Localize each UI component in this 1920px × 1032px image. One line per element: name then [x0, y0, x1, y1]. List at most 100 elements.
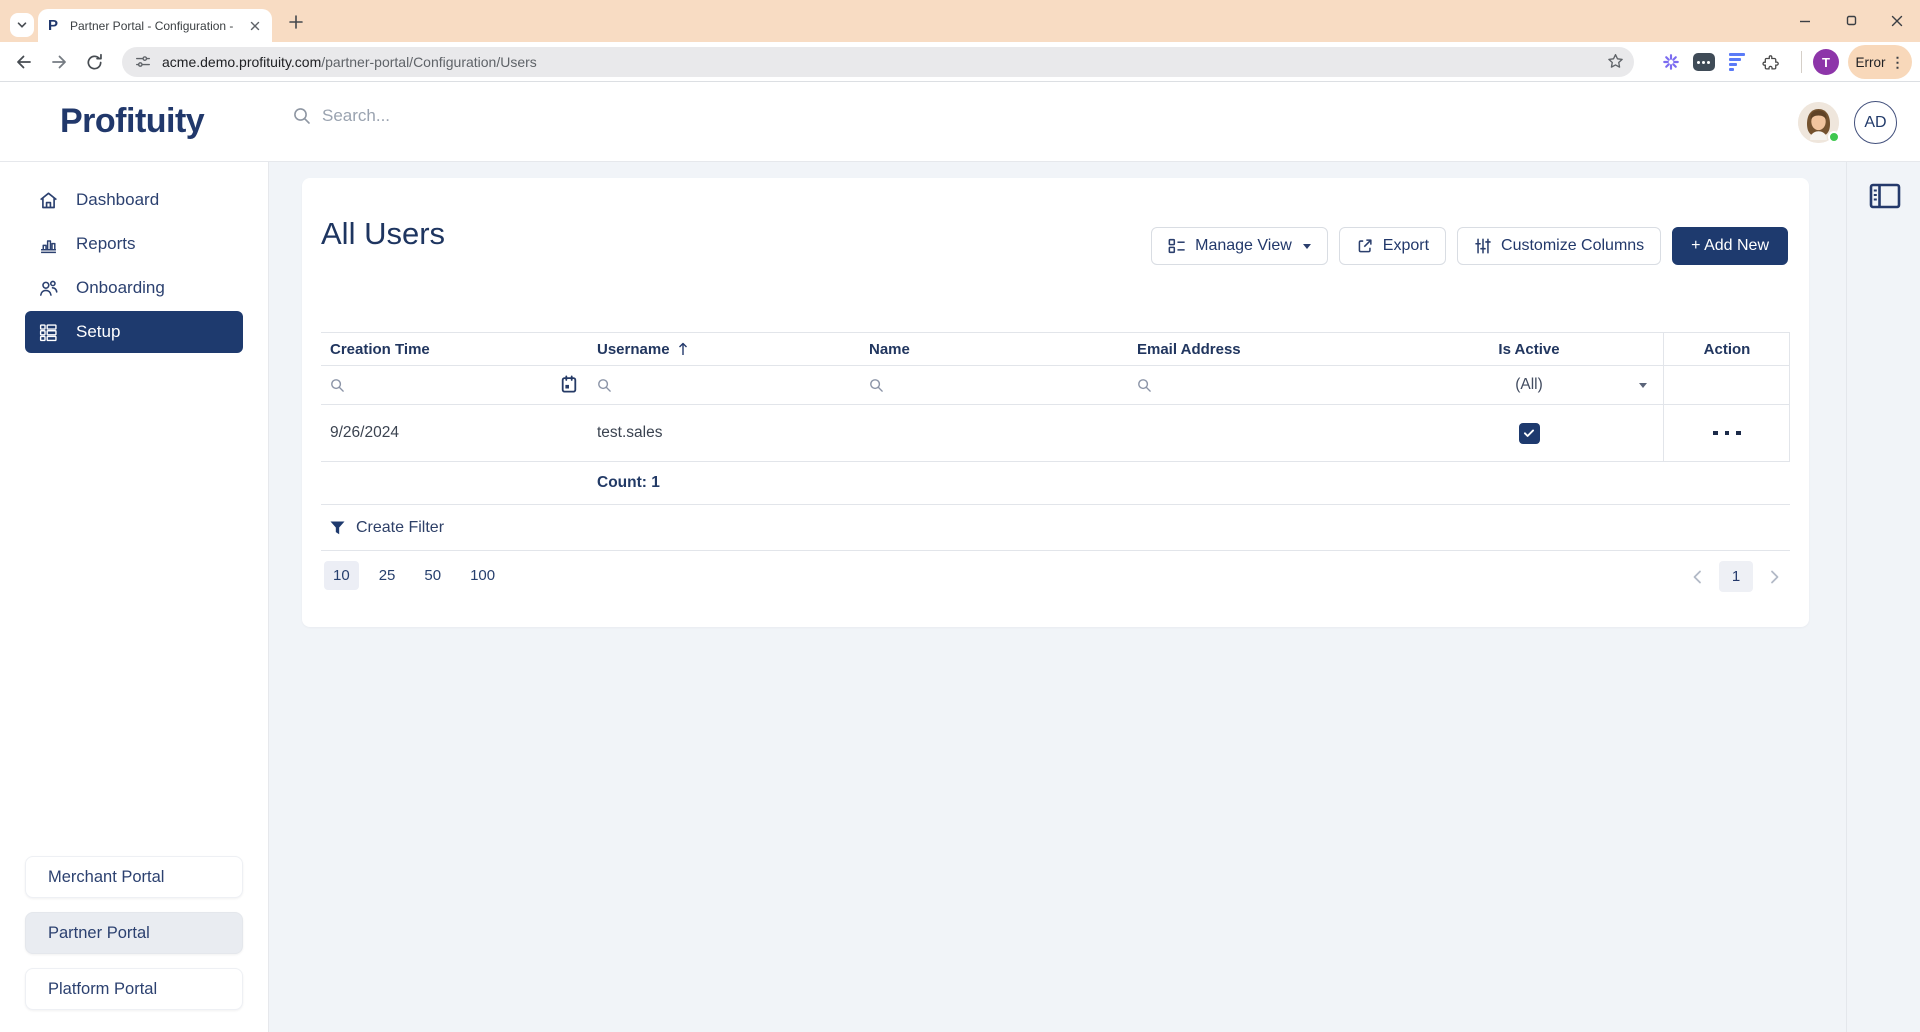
column-header-username[interactable]: Username: [588, 333, 860, 365]
search-input[interactable]: [322, 106, 642, 126]
table-filter-row: (All): [321, 366, 1790, 405]
portal-label: Platform Portal: [48, 980, 157, 999]
sort-asc-icon: [677, 342, 689, 356]
platform-portal-button[interactable]: Platform Portal: [25, 968, 243, 1010]
cell-is-active: [1395, 405, 1663, 461]
panel-toggle-button[interactable]: [1867, 180, 1903, 212]
column-header-email[interactable]: Email Address: [1128, 333, 1395, 365]
table-header-row: Creation Time Username Name Email Addres…: [321, 332, 1790, 366]
next-page-icon[interactable]: [1766, 569, 1782, 585]
extension-chat-icon[interactable]: [1692, 50, 1716, 74]
extensions-pill: [1646, 45, 1794, 79]
filter-email[interactable]: [1128, 366, 1395, 404]
online-status-dot: [1828, 131, 1840, 143]
cell-username: test.sales: [588, 405, 860, 461]
filter-action: [1663, 366, 1790, 404]
partner-portal-button[interactable]: Partner Portal: [25, 912, 243, 954]
url-path: /partner-portal/Configuration/Users: [321, 54, 537, 70]
close-window-button[interactable]: [1874, 0, 1920, 42]
sidebar-item-reports[interactable]: Reports: [25, 223, 243, 265]
check-icon: [1522, 426, 1536, 440]
chevron-down-icon: [1303, 244, 1311, 249]
bookmark-star-icon[interactable]: [1606, 52, 1625, 71]
people-icon: [37, 277, 59, 299]
view-grid-icon: [1168, 237, 1186, 255]
main-content: All Users Manage View: [269, 162, 1846, 1032]
table-summary-row: Count: 1: [321, 462, 1790, 505]
error-menu-button[interactable]: Error ⋮: [1848, 45, 1912, 79]
column-header-creation-time[interactable]: Creation Time: [321, 333, 588, 365]
is-active-checkbox[interactable]: [1519, 423, 1540, 444]
chevron-down-icon: [16, 19, 28, 31]
forward-button[interactable]: [47, 50, 71, 74]
portal-switcher: Merchant Portal Partner Portal Platform …: [25, 856, 243, 1010]
table-row[interactable]: 9/26/2024 test.sales: [321, 405, 1790, 462]
column-header-action: Action: [1663, 333, 1790, 365]
column-header-name[interactable]: Name: [860, 333, 1128, 365]
search-icon: [597, 378, 612, 393]
users-card: All Users Manage View: [302, 178, 1809, 627]
cell-email: [1128, 405, 1395, 461]
page-size-10[interactable]: 10: [324, 561, 359, 590]
browser-window: P Partner Portal - Configuration - acme: [0, 0, 1920, 1032]
export-button[interactable]: Export: [1339, 227, 1446, 265]
cell-name: [860, 405, 1128, 461]
new-tab-button[interactable]: [284, 10, 308, 34]
minimize-button[interactable]: [1782, 0, 1828, 42]
url-text: acme.demo.profituity.com/partner-portal/…: [162, 54, 537, 70]
portal-label: Merchant Portal: [48, 868, 164, 887]
sliders-icon: [1474, 237, 1492, 255]
filter-username[interactable]: [588, 366, 860, 404]
pager: 1: [1690, 561, 1782, 592]
sidebar-item-label: Onboarding: [76, 278, 165, 298]
extension-filter-icon[interactable]: [1725, 50, 1749, 74]
chevron-down-icon: [1639, 383, 1647, 388]
maximize-button[interactable]: [1828, 0, 1874, 42]
add-new-button[interactable]: + Add New: [1672, 227, 1788, 265]
app-body: Dashboard Reports Onboarding: [0, 162, 1920, 1032]
row-actions-button[interactable]: [1713, 431, 1741, 436]
url-domain: acme.demo.profituity.com: [162, 54, 321, 70]
sidebar-nav: Dashboard Reports Onboarding: [25, 179, 243, 355]
prev-page-icon[interactable]: [1690, 569, 1706, 585]
toolbar-actions: Manage View Export: [1151, 227, 1788, 265]
browser-profile-button[interactable]: T: [1813, 49, 1839, 75]
sidebar-item-setup[interactable]: Setup: [25, 311, 243, 353]
tab-close-icon[interactable]: [248, 19, 262, 33]
sidebar-item-dashboard[interactable]: Dashboard: [25, 179, 243, 221]
manage-view-button[interactable]: Manage View: [1151, 227, 1328, 265]
current-page[interactable]: 1: [1719, 561, 1753, 592]
calendar-icon[interactable]: [560, 374, 578, 394]
customize-columns-label: Customize Columns: [1501, 237, 1644, 255]
browser-tab-active[interactable]: P Partner Portal - Configuration -: [38, 9, 272, 42]
account-badge[interactable]: AD: [1854, 101, 1897, 144]
merchant-portal-button[interactable]: Merchant Portal: [25, 856, 243, 898]
portal-label: Partner Portal: [48, 924, 150, 943]
toolbar-divider: [1801, 51, 1802, 73]
back-button[interactable]: [12, 50, 36, 74]
browser-toolbar: acme.demo.profituity.com/partner-portal/…: [0, 42, 1920, 82]
site-settings-icon: [134, 53, 152, 71]
is-active-select[interactable]: (All): [1395, 366, 1663, 404]
filter-creation-time[interactable]: [321, 366, 588, 404]
error-label: Error: [1856, 55, 1886, 70]
filter-is-active: (All): [1395, 366, 1663, 404]
filter-name[interactable]: [860, 366, 1128, 404]
sidebar-item-label: Dashboard: [76, 190, 159, 210]
customize-columns-button[interactable]: Customize Columns: [1457, 227, 1661, 265]
create-filter-button[interactable]: Create Filter: [321, 505, 1790, 551]
sidebar-item-onboarding[interactable]: Onboarding: [25, 267, 243, 309]
extensions-puzzle-icon[interactable]: [1758, 50, 1782, 74]
page-size-100[interactable]: 100: [461, 561, 504, 590]
reload-button[interactable]: [82, 50, 106, 74]
page-size-25[interactable]: 25: [370, 561, 405, 590]
page-size-50[interactable]: 50: [415, 561, 450, 590]
column-header-is-active[interactable]: Is Active: [1395, 333, 1663, 365]
cell-creation-time: 9/26/2024: [321, 405, 588, 461]
filter-funnel-icon: [330, 521, 345, 535]
extension-burst-icon[interactable]: [1659, 50, 1683, 74]
profituity-logo[interactable]: Profituity: [60, 102, 204, 141]
global-search: [292, 106, 642, 126]
address-bar[interactable]: acme.demo.profituity.com/partner-portal/…: [122, 47, 1634, 77]
tab-search-button[interactable]: [10, 13, 34, 37]
